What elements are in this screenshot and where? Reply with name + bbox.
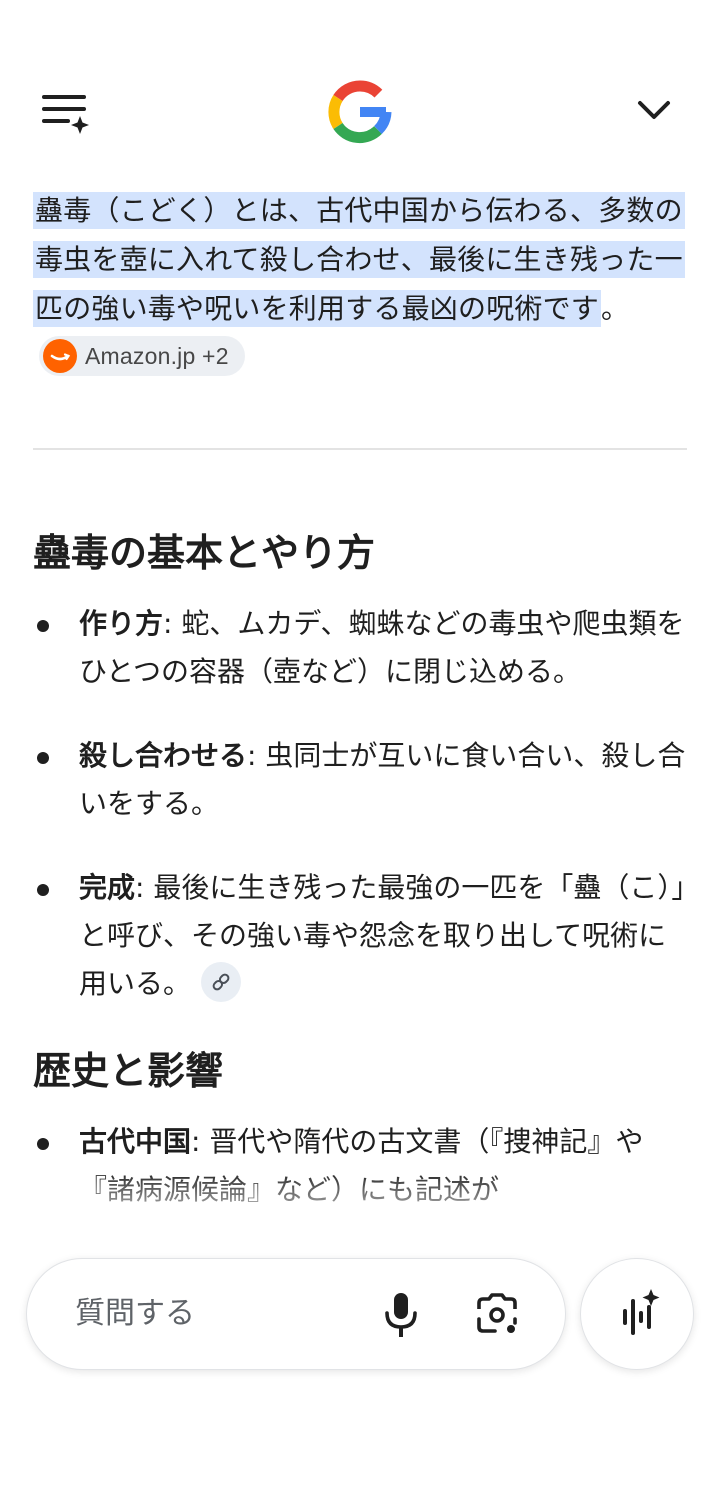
menu-button[interactable] <box>40 88 96 138</box>
basics-list: 作り方: 蛇、ムカデ、蜘蛛などの毒虫や爬虫類をひとつの容器（壺など）に閉じ込める… <box>33 600 687 1008</box>
source-link-button[interactable] <box>201 962 242 1002</box>
list-item-term: 完成 <box>79 871 136 904</box>
google-logo[interactable] <box>328 80 392 144</box>
section-heading-basics: 蠱毒の基本とやり方 <box>33 531 376 575</box>
list-item-term: 古代中国 <box>79 1125 192 1158</box>
ai-mode-button[interactable] <box>580 1258 694 1370</box>
link-icon <box>212 973 230 991</box>
list-item-text: : 最後に生き残った最強の一匹を「蠱（こ）」と呼び、その強い毒や怨念を取り出して… <box>79 871 686 1000</box>
ai-overview-content: 蠱毒（こどく）とは、古代中国から伝わる、多数の毒虫を壺に入れて殺し合わせ、最後に… <box>33 186 687 1250</box>
section-heading-history: 歴史と影響 <box>33 1049 224 1093</box>
list-item-term: 殺し合わせる <box>79 739 248 772</box>
list-item: 作り方: 蛇、ムカデ、蜘蛛などの毒虫や爬虫類をひとつの容器（壺など）に閉じ込める… <box>33 600 687 696</box>
bottom-bar: 質問する <box>0 1240 720 1496</box>
mic-button[interactable] <box>377 1289 425 1341</box>
ask-input-placeholder[interactable]: 質問する <box>75 1291 195 1337</box>
list-item: 殺し合わせる: 虫同士が互いに食い合い、殺し合いをする。 <box>33 732 687 828</box>
sparkle-voice-icon <box>623 1289 660 1335</box>
chevron-down-icon <box>638 101 670 119</box>
list-item-text: : 蛇、ムカデ、蜘蛛などの毒虫や爬虫類をひとつの容器（壺など）に閉じ込める。 <box>79 607 685 688</box>
mic-icon <box>385 1293 417 1337</box>
collapse-button[interactable] <box>628 86 680 136</box>
google-g-logo <box>328 80 392 144</box>
source-chip[interactable]: Amazon.jp +2 <box>39 336 245 376</box>
camera-lens-icon <box>477 1293 517 1333</box>
answer-lead-end: 。 <box>601 292 630 325</box>
highlighted-answer-text[interactable]: 蠱毒（こどく）とは、古代中国から伝わる、多数の毒虫を壺に入れて殺し合わせ、最後に… <box>33 192 685 327</box>
divider <box>33 448 687 450</box>
answer-lead: 蠱毒（こどく）とは、古代中国から伝わる、多数の毒虫を壺に入れて殺し合わせ、最後に… <box>33 186 687 382</box>
amazon-logo <box>43 339 77 373</box>
list-item-term: 作り方 <box>79 607 164 640</box>
menu-sparkle-icon <box>42 95 89 134</box>
source-chip-label: Amazon.jp +2 <box>85 342 229 369</box>
top-bar <box>0 0 720 180</box>
lens-button[interactable] <box>471 1289 523 1341</box>
ask-input-container[interactable]: 質問する <box>26 1258 566 1370</box>
list-item: 完成: 最後に生き残った最強の一匹を「蠱（こ）」と呼び、その強い毒や怨念を取り出… <box>33 864 687 1008</box>
